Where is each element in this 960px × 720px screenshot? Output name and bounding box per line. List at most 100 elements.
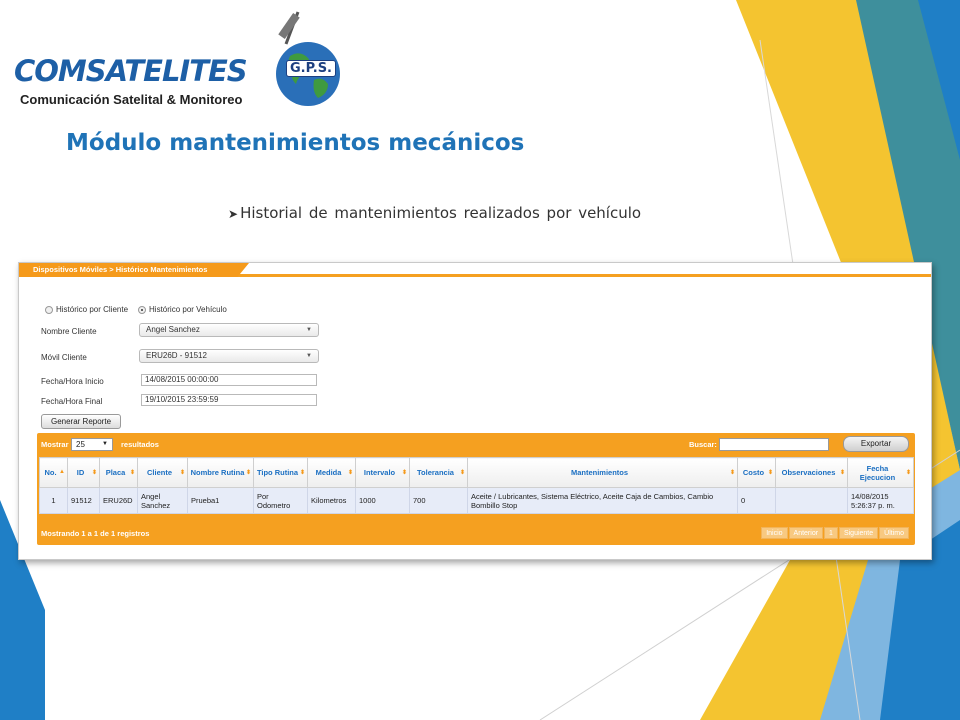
page-size-value: 25 xyxy=(76,440,85,449)
col-header-label: Nombre Rutina xyxy=(190,468,245,477)
cell-costo: 0 xyxy=(737,487,776,514)
pager-last-button[interactable]: Último xyxy=(879,527,909,539)
fecha-final-input[interactable]: 19/10/2015 23:59:59 xyxy=(141,394,317,406)
results-grid: Mostrar 25 ▼ resultados Buscar: Exportar … xyxy=(37,433,915,545)
col-header-label: Medida xyxy=(315,468,342,477)
col-header-label: Observaciones xyxy=(781,468,836,477)
col-header-label: ID xyxy=(76,468,85,477)
col-header-mantenimientos[interactable]: Mantenimientos ⬍ xyxy=(467,457,738,488)
movil-label: Móvil Cliente xyxy=(41,353,87,362)
col-header-label: Placa xyxy=(105,468,126,477)
maintenance-table: No. ▲ ID ⬍ Placa ⬍ Cliente ⬍ Nombre Rutina ⬍ … xyxy=(39,457,914,514)
grid-toolbar: Mostrar 25 ▼ resultados Buscar: Exportar xyxy=(37,433,915,455)
grid-footer: Mostrando 1 a 1 de 1 registros Inicio An… xyxy=(37,523,915,543)
fecha-inicio-label: Fecha/Hora Inicio xyxy=(41,377,104,386)
col-header-tolerancia[interactable]: Tolerancia ⬍ xyxy=(409,457,468,488)
dropdown-caret-icon[interactable]: ▼ xyxy=(306,324,312,336)
radio-historico-cliente[interactable]: Histórico por Cliente xyxy=(45,305,128,314)
col-header-label: Fecha Ejecucion xyxy=(859,463,896,482)
table-row[interactable]: 1 91512 ERU26D Angel Sanchez Prueba1 Por… xyxy=(39,487,914,514)
cell-fecha: 14/08/2015 5:26:37 p. m. xyxy=(847,487,914,514)
breadcrumb-bar: Dispositivos Móviles > Histórico Manteni… xyxy=(19,263,931,277)
movil-select[interactable]: ERU26D - 91512 ▼ xyxy=(139,349,319,363)
col-header-cliente[interactable]: Cliente ⬍ xyxy=(137,457,188,488)
col-header-placa[interactable]: Placa ⬍ xyxy=(99,457,138,488)
sort-icon[interactable]: ⬍ xyxy=(130,469,135,476)
fecha-final-label: Fecha/Hora Final xyxy=(41,397,103,406)
sort-icon[interactable]: ⬍ xyxy=(768,469,773,476)
col-header-medida[interactable]: Medida ⬍ xyxy=(307,457,356,488)
cell-medida: Kilometros xyxy=(307,487,356,514)
cell-nombre-rutina: Prueba1 xyxy=(187,487,254,514)
col-header-intervalo[interactable]: Intervalo ⬍ xyxy=(355,457,410,488)
cell-mantenimientos: Aceite / Lubricantes, Sistema Eléctrico,… xyxy=(467,487,738,514)
fecha-inicio-input[interactable]: 14/08/2015 00:00:00 xyxy=(141,374,317,386)
radio-unchecked-icon[interactable] xyxy=(45,305,53,314)
radio-label: Histórico por Vehículo xyxy=(149,305,227,314)
cell-tolerancia: 700 xyxy=(409,487,468,514)
app-screenshot: Dispositivos Móviles > Histórico Manteni… xyxy=(18,262,932,560)
cliente-label: Nombre Cliente xyxy=(41,327,97,336)
pagination: Inicio Anterior 1 Siguiente Último xyxy=(760,527,909,539)
col-header-fecha-ejecucion[interactable]: Fecha Ejecucion ⬍ xyxy=(847,457,914,488)
cell-tipo-rutina: Por Odometro xyxy=(253,487,308,514)
col-header-label: Cliente xyxy=(146,468,172,477)
search-input[interactable] xyxy=(719,438,829,451)
sort-icon[interactable]: ⬍ xyxy=(402,469,407,476)
col-header-label: Tipo Rutina xyxy=(256,468,299,477)
sort-icon[interactable]: ⬍ xyxy=(300,469,305,476)
sort-icon[interactable]: ⬍ xyxy=(460,469,465,476)
pager-page-1-button[interactable]: 1 xyxy=(824,527,838,539)
col-header-label: Tolerancia xyxy=(417,468,454,477)
col-header-label: Intervalo xyxy=(363,468,396,477)
satellite-globe-icon xyxy=(276,11,340,106)
col-header-costo[interactable]: Costo ⬍ xyxy=(737,457,776,488)
slide-title: Módulo mantenimientos mecánicos xyxy=(66,130,525,156)
sort-icon[interactable]: ⬍ xyxy=(730,469,735,476)
radio-historico-vehiculo[interactable]: Histórico por Vehículo xyxy=(138,305,227,314)
cell-id: 91512 xyxy=(67,487,100,514)
col-header-tipo-rutina[interactable]: Tipo Rutina ⬍ xyxy=(253,457,308,488)
cell-no: 1 xyxy=(39,487,68,514)
history-type-radios: Histórico por Cliente Histórico por Vehí… xyxy=(45,305,227,314)
col-header-no[interactable]: No. ▲ xyxy=(39,457,68,488)
search-label: Buscar: xyxy=(689,440,717,449)
sort-icon[interactable]: ⬍ xyxy=(92,469,97,476)
radio-label: Histórico por Cliente xyxy=(56,305,129,314)
col-header-label: Mantenimientos xyxy=(570,468,629,477)
page-size-select[interactable]: 25 ▼ xyxy=(71,438,113,451)
records-info: Mostrando 1 a 1 de 1 registros xyxy=(41,529,150,538)
breadcrumb[interactable]: Dispositivos Móviles > Histórico Manteni… xyxy=(19,263,249,277)
sort-icon[interactable]: ⬍ xyxy=(906,469,911,476)
col-header-observaciones[interactable]: Observaciones ⬍ xyxy=(775,457,848,488)
sort-icon[interactable]: ⬍ xyxy=(348,469,353,476)
col-header-nombre-rutina[interactable]: Nombre Rutina ⬍ xyxy=(187,457,254,488)
col-header-label: No. xyxy=(44,468,57,477)
results-label: resultados xyxy=(121,440,159,449)
show-label: Mostrar xyxy=(41,440,69,449)
movil-select-value: ERU26D - 91512 xyxy=(146,351,207,360)
sort-icon[interactable]: ⬍ xyxy=(840,469,845,476)
logo-tagline: Comunicación Satelital & Monitoreo xyxy=(20,92,243,107)
generar-reporte-button[interactable]: Generar Reporte xyxy=(41,414,121,429)
col-header-label: Costo xyxy=(742,468,765,477)
cell-observaciones xyxy=(775,487,848,514)
exportar-button[interactable]: Exportar xyxy=(843,436,909,452)
pager-next-button[interactable]: Siguiente xyxy=(838,527,879,539)
cliente-select[interactable]: Angel Sanchez ▼ xyxy=(139,323,319,337)
arrow-bullet-icon: ➤ xyxy=(228,207,239,221)
bullet-item: ➤ Historial de mantenimientos realizados … xyxy=(228,204,641,222)
pager-first-button[interactable]: Inicio xyxy=(761,527,788,539)
dropdown-caret-icon[interactable]: ▼ xyxy=(306,350,312,362)
cliente-select-value: Angel Sanchez xyxy=(146,325,200,334)
table-header-row: No. ▲ ID ⬍ Placa ⬍ Cliente ⬍ Nombre Rutina ⬍ … xyxy=(39,457,914,488)
sort-icon[interactable]: ⬍ xyxy=(246,469,251,476)
sort-asc-icon[interactable]: ▲ xyxy=(59,469,65,475)
pager-prev-button[interactable]: Anterior xyxy=(788,527,824,539)
col-header-id[interactable]: ID ⬍ xyxy=(67,457,100,488)
sort-icon[interactable]: ⬍ xyxy=(180,469,185,476)
company-logo: COMSATELITES G.P.S. Comunicación Satelit… xyxy=(10,8,350,110)
radio-checked-icon[interactable] xyxy=(138,305,147,314)
dropdown-caret-icon[interactable]: ▼ xyxy=(102,439,108,450)
cell-intervalo: 1000 xyxy=(355,487,410,514)
